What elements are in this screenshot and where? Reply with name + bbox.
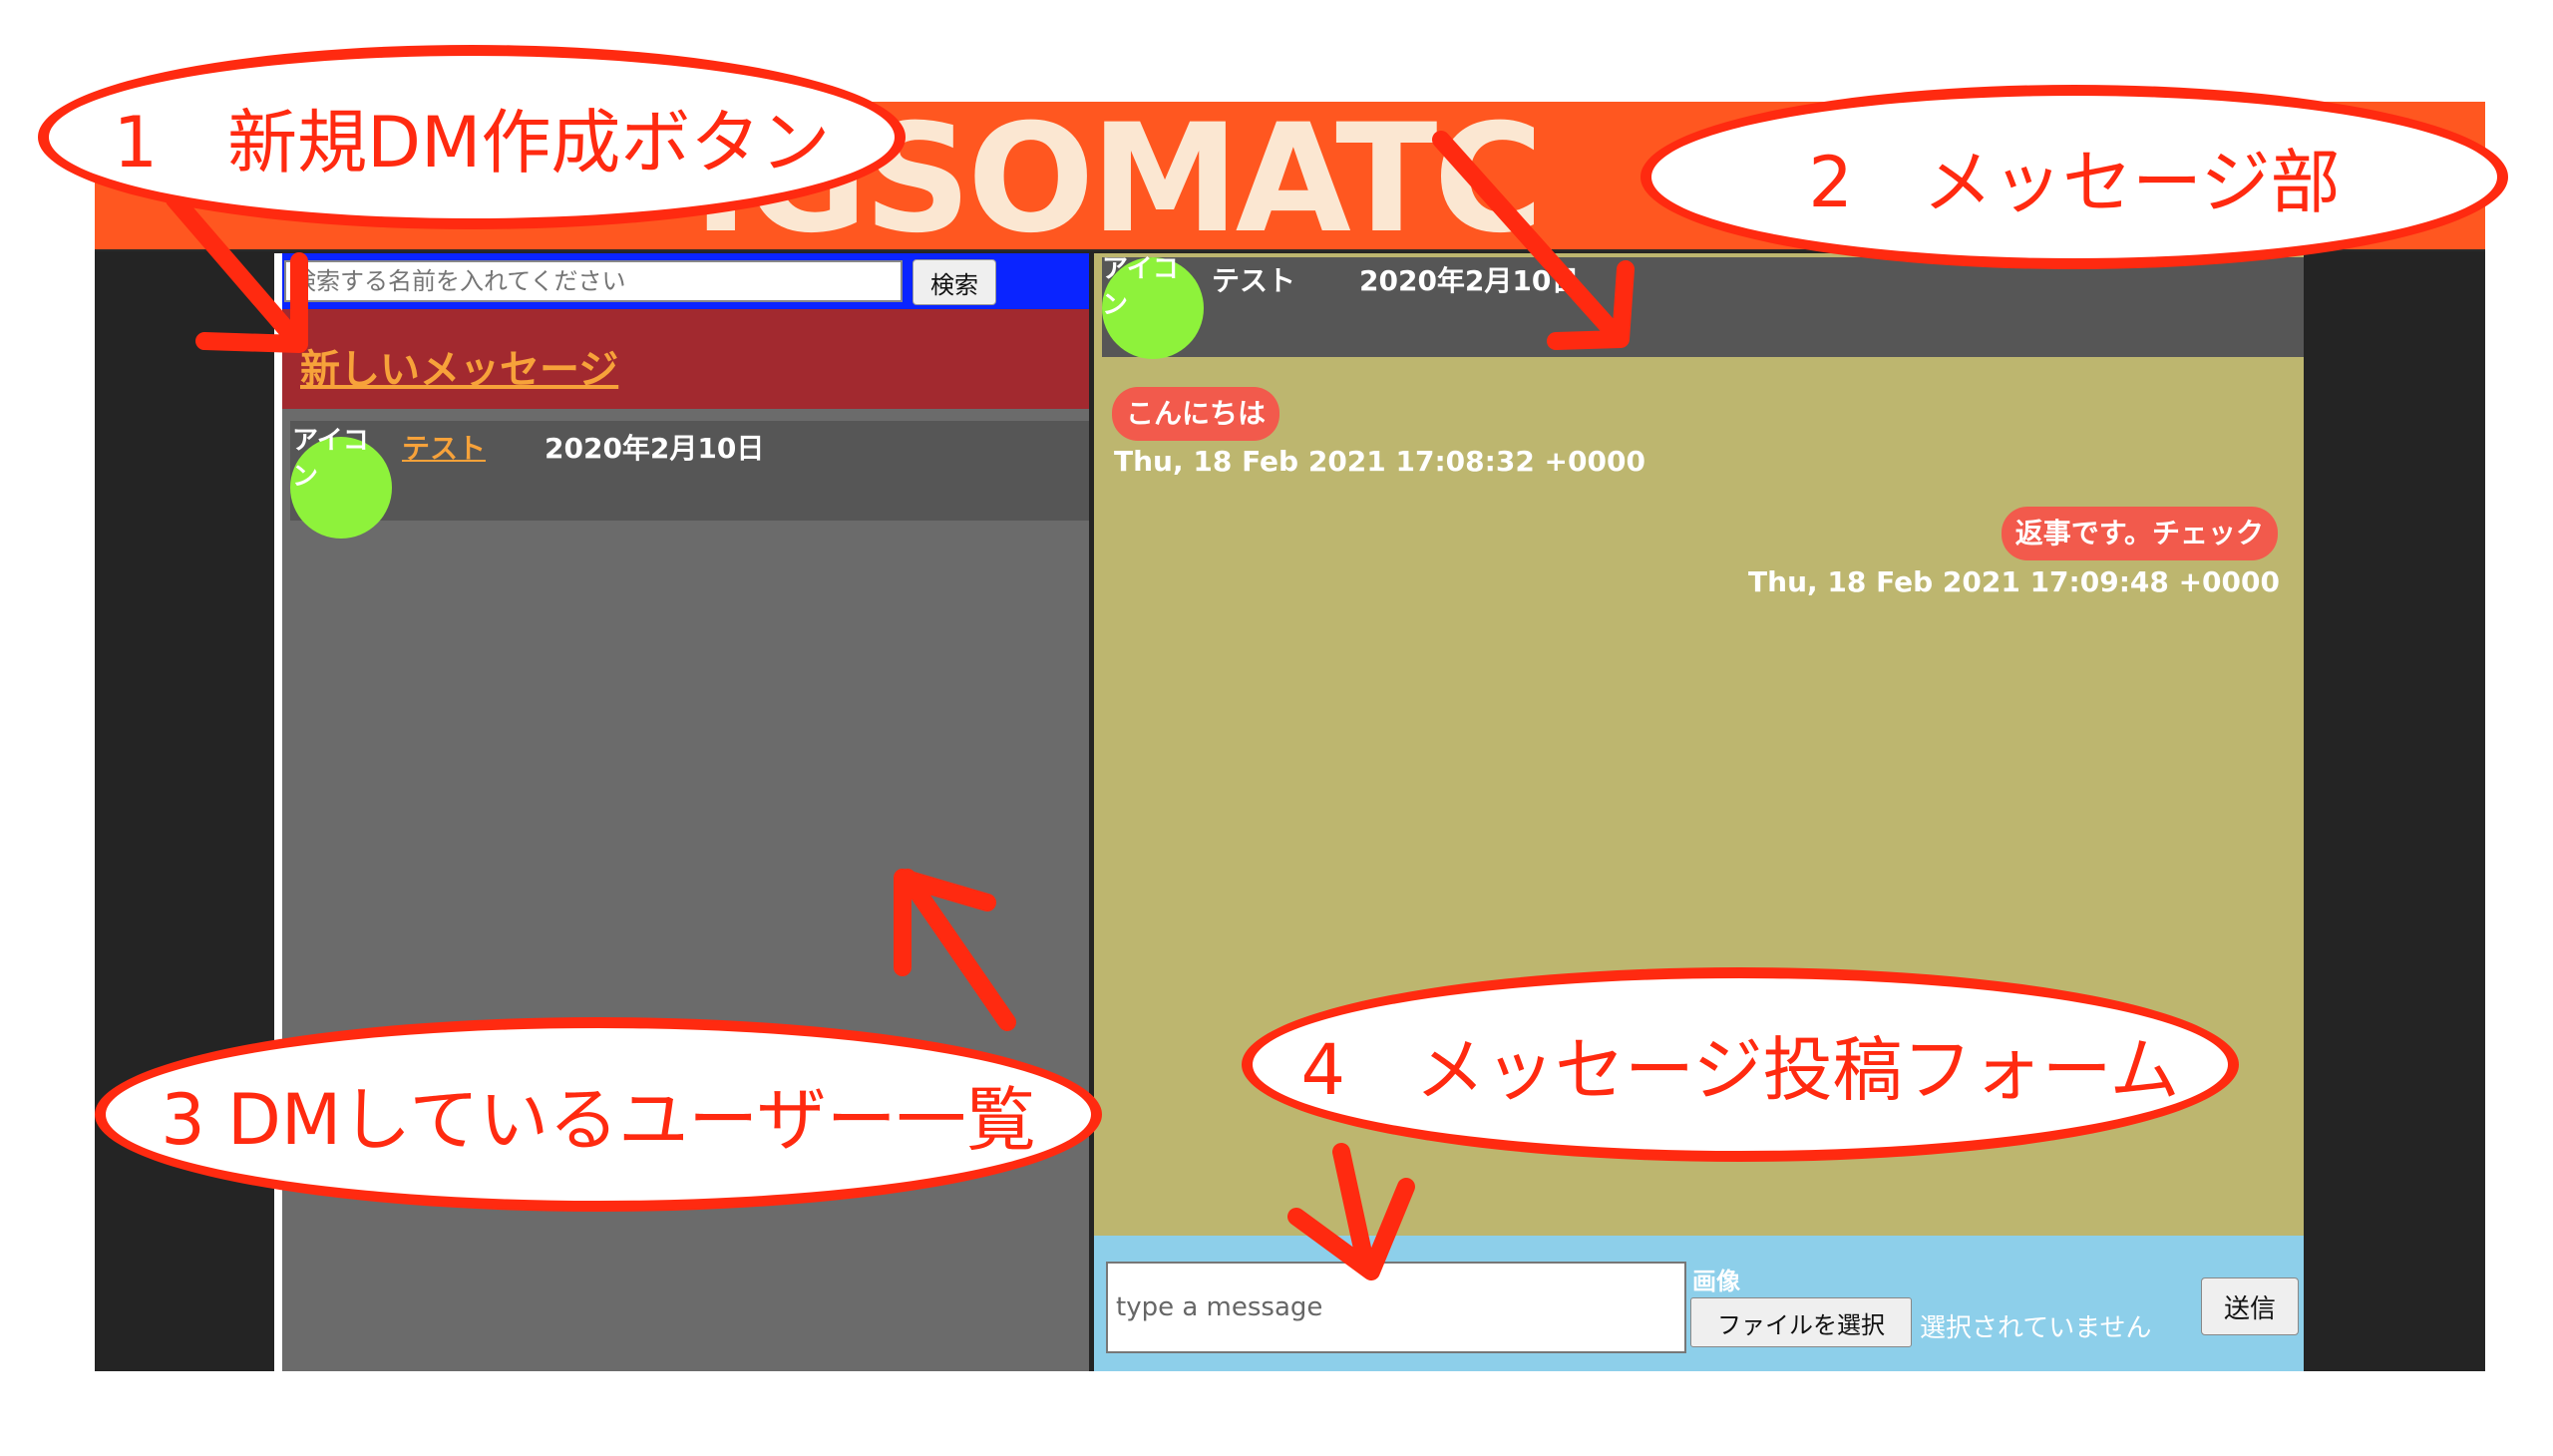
annotation-label: メッセージ部 bbox=[1922, 142, 2341, 223]
annotation-number: 3 bbox=[161, 1079, 205, 1161]
arrow-1 bbox=[166, 190, 308, 353]
annotation-label: メッセージ投稿フォーム bbox=[1415, 1029, 2180, 1111]
arrow-3 bbox=[894, 869, 1016, 1031]
arrow-2 bbox=[1432, 131, 1635, 350]
annotation-label: DMしているユーザー一覧 bbox=[227, 1079, 1036, 1161]
annotation-2: 2 メッセージ部 bbox=[1641, 85, 2508, 269]
annotation-1: 1 新規DM作成ボタン bbox=[38, 45, 906, 229]
annotation-number: 4 bbox=[1300, 1029, 1346, 1111]
arrow-4 bbox=[1287, 1143, 1415, 1280]
annotation-3: 3 DMしているユーザー一覧 bbox=[95, 1017, 1102, 1212]
annotation-label: 新規DM作成ボタン bbox=[227, 102, 831, 183]
annotation-4: 4 メッセージ投稿フォーム bbox=[1242, 967, 2239, 1162]
annotation-number: 1 bbox=[113, 102, 159, 183]
annotation-number: 2 bbox=[1808, 142, 1853, 223]
